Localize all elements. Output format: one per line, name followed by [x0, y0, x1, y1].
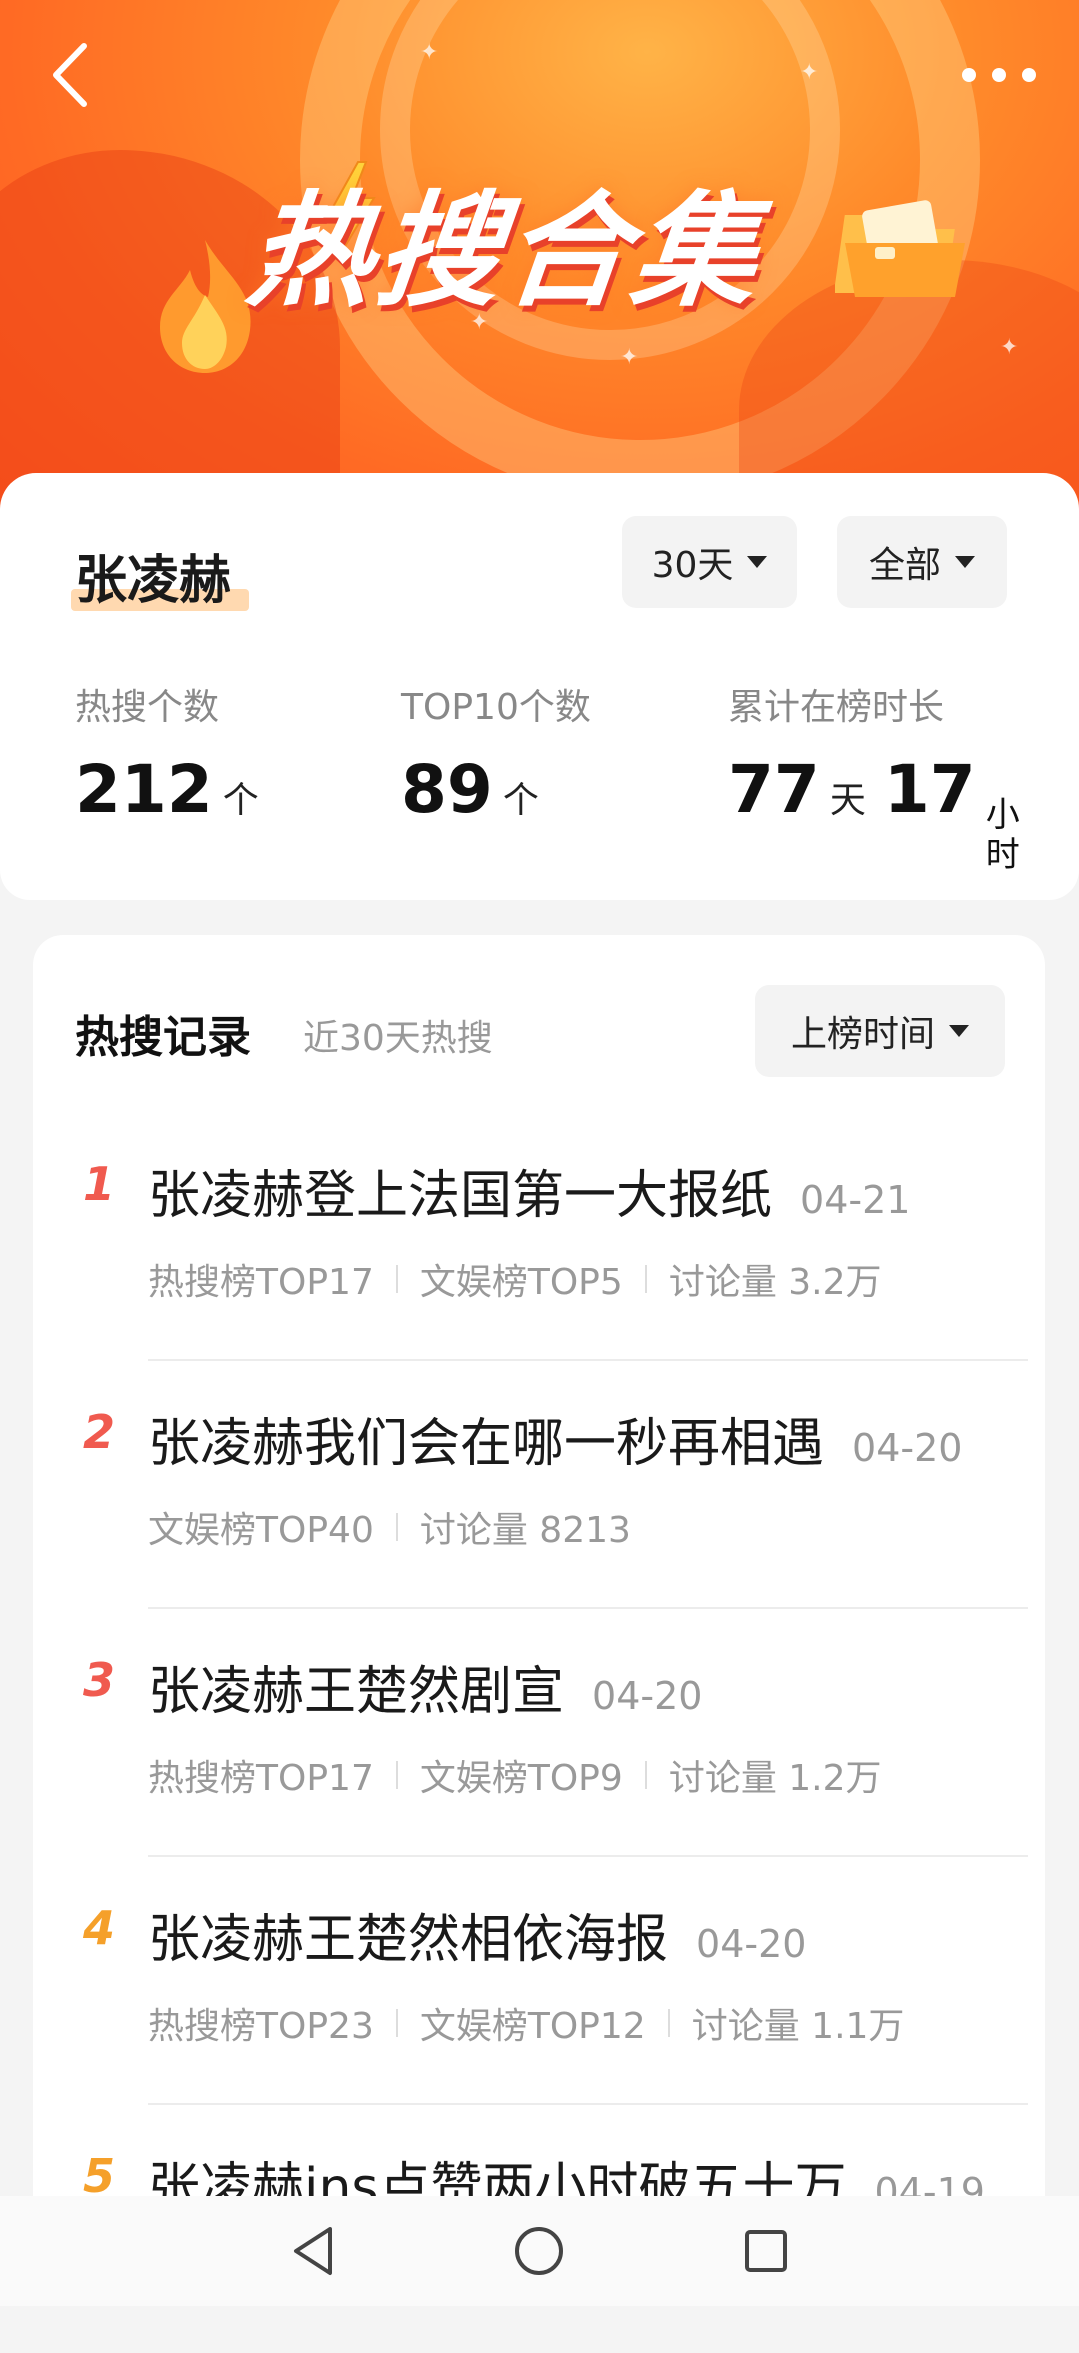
record-title-line: 张凌赫王楚然相依海报 04-20 — [148, 1897, 806, 1972]
meta-separator — [644, 1265, 647, 1293]
period-dropdown[interactable]: 30天 — [622, 516, 797, 608]
caret-down-icon — [747, 556, 768, 568]
list-item[interactable]: 2 张凌赫我们会在哪一秒再相遇 04-20 文娱榜TOP40 讨论量 8213 — [33, 1361, 1045, 1609]
meta-separator — [395, 1265, 398, 1293]
meta-separator — [644, 1761, 647, 1789]
home-circle-icon — [515, 2227, 564, 2275]
record-meta: 热搜榜TOP17 文娱榜TOP5 讨论量 3.2万 — [148, 1253, 882, 1305]
recents-square-icon — [744, 2230, 787, 2272]
record-date: 04-20 — [696, 1922, 807, 1966]
person-name-text: 张凌赫 — [75, 551, 232, 611]
meta-separator — [395, 1761, 398, 1789]
hot-count-value: 212 — [75, 751, 213, 828]
hot-count-label: 热搜个数 — [75, 687, 220, 728]
record-title-line: 张凌赫我们会在哪一秒再相遇 04-20 — [148, 1401, 962, 1476]
record-meta-item: 讨论量 8213 — [419, 1510, 631, 1551]
more-dots-icon — [962, 68, 1036, 82]
record-meta-item: 讨论量 1.2万 — [668, 1758, 882, 1799]
duration-hours-value: 17 — [883, 751, 976, 828]
sort-dropdown-label: 上榜时间 — [790, 1014, 935, 1055]
scope-dropdown[interactable]: 全部 — [837, 516, 1007, 608]
record-title-line: 张凌赫登上法国第一大报纸 04-21 — [148, 1153, 910, 1228]
record-title: 张凌赫王楚然相依海报 — [148, 1910, 669, 1970]
record-meta-item: 文娱榜TOP9 — [419, 1758, 623, 1799]
rank-number: 5 — [83, 2149, 116, 2203]
scope-dropdown-label: 全部 — [868, 545, 941, 586]
sparkle-icon: ✦ — [620, 345, 639, 370]
header-banner: ✦ ✦ ✦ ✦ ✦ 热搜合集 — [0, 0, 1079, 520]
top10-count-value: 89 — [401, 751, 493, 828]
nav-home-button[interactable] — [494, 2206, 584, 2296]
period-dropdown-label: 30天 — [651, 545, 734, 586]
rank-number: 4 — [83, 1901, 116, 1955]
caret-down-icon — [955, 556, 975, 568]
duration-label: 累计在榜时长 — [728, 687, 945, 728]
hot-count-unit: 个 — [222, 780, 259, 821]
folder-icon — [835, 200, 965, 297]
nav-back-button[interactable] — [268, 2206, 358, 2296]
back-triangle-icon — [294, 2227, 333, 2275]
rank-number: 3 — [83, 1653, 116, 1707]
duration-days-unit: 天 — [829, 780, 866, 821]
record-date: 04-20 — [592, 1674, 703, 1718]
record-title: 张凌赫我们会在哪一秒再相遇 — [148, 1414, 825, 1474]
system-navigation-bar — [0, 2196, 1079, 2306]
list-item[interactable]: 3 张凌赫王楚然剧宣 04-20 热搜榜TOP17 文娱榜TOP9 讨论量 1.2万 — [33, 1609, 1045, 1857]
record-meta: 文娱榜TOP40 讨论量 8213 — [148, 1501, 631, 1553]
hot-count-stat: 212 个 — [75, 751, 259, 828]
hot-search-records-card: 热搜记录 近30天热搜 上榜时间 1 张凌赫登上法国第一大报纸 04-21 热搜榜TO… — [33, 935, 1045, 2306]
caret-down-icon — [949, 1025, 969, 1037]
record-meta-item: 热搜榜TOP17 — [148, 1262, 374, 1303]
record-meta-item: 讨论量 3.2万 — [668, 1262, 882, 1303]
record-date: 04-20 — [852, 1426, 963, 1470]
sparkle-icon: ✦ — [420, 40, 439, 65]
record-title: 张凌赫登上法国第一大报纸 — [148, 1166, 773, 1226]
person-name: 张凌赫 — [71, 538, 249, 613]
meta-separator — [395, 1513, 398, 1541]
record-meta-item: 热搜榜TOP23 — [148, 2006, 374, 2047]
record-date: 04-21 — [800, 1178, 911, 1222]
meta-separator — [395, 2009, 398, 2037]
sort-dropdown[interactable]: 上榜时间 — [755, 985, 1005, 1077]
rank-number: 2 — [83, 1405, 116, 1459]
profile-stats-card: 张凌赫 30天 全部 热搜个数 212 个 TOP10个数 89 个 累计在榜时… — [0, 473, 1079, 900]
top10-count-unit: 个 — [502, 780, 539, 821]
nav-recents-button[interactable] — [721, 2206, 811, 2296]
meta-separator — [667, 2009, 670, 2037]
record-meta: 热搜榜TOP23 文娱榜TOP12 讨论量 1.1万 — [148, 1997, 904, 2049]
record-meta-item: 热搜榜TOP17 — [148, 1758, 374, 1799]
more-options-button[interactable] — [959, 40, 1039, 110]
records-subtitle: 近30天热搜 — [303, 1018, 493, 1059]
back-button[interactable] — [40, 40, 100, 110]
duration-stat: 77 天 17 小时 — [728, 751, 1022, 875]
banner-title: 热搜合集 — [241, 180, 769, 324]
top10-count-label: TOP10个数 — [401, 687, 591, 728]
sparkle-icon: ✦ — [800, 60, 819, 85]
list-item[interactable]: 1 张凌赫登上法国第一大报纸 04-21 热搜榜TOP17 文娱榜TOP5 讨论量 3.2… — [33, 1113, 1045, 1361]
chevron-left-icon — [53, 43, 87, 107]
sparkle-icon: ✦ — [1000, 335, 1019, 360]
duration-days-value: 77 — [728, 751, 820, 828]
record-meta-item: 文娱榜TOP40 — [148, 1510, 374, 1551]
top10-count-stat: 89 个 — [401, 751, 539, 828]
record-meta-item: 讨论量 1.1万 — [691, 2006, 905, 2047]
record-meta-item: 文娱榜TOP12 — [419, 2006, 646, 2047]
duration-hours-unit: 小时 — [985, 795, 1020, 875]
records-title: 热搜记录 — [75, 1012, 251, 1063]
record-meta-item: 文娱榜TOP5 — [419, 1262, 623, 1303]
list-item[interactable]: 4 张凌赫王楚然相依海报 04-20 热搜榜TOP23 文娱榜TOP12 讨论量 1.1万 — [33, 1857, 1045, 2105]
rank-number: 1 — [83, 1157, 116, 1211]
record-title: 张凌赫王楚然剧宣 — [148, 1662, 565, 1722]
record-meta: 热搜榜TOP17 文娱榜TOP9 讨论量 1.2万 — [148, 1749, 882, 1801]
record-title-line: 张凌赫王楚然剧宣 04-20 — [148, 1649, 702, 1724]
